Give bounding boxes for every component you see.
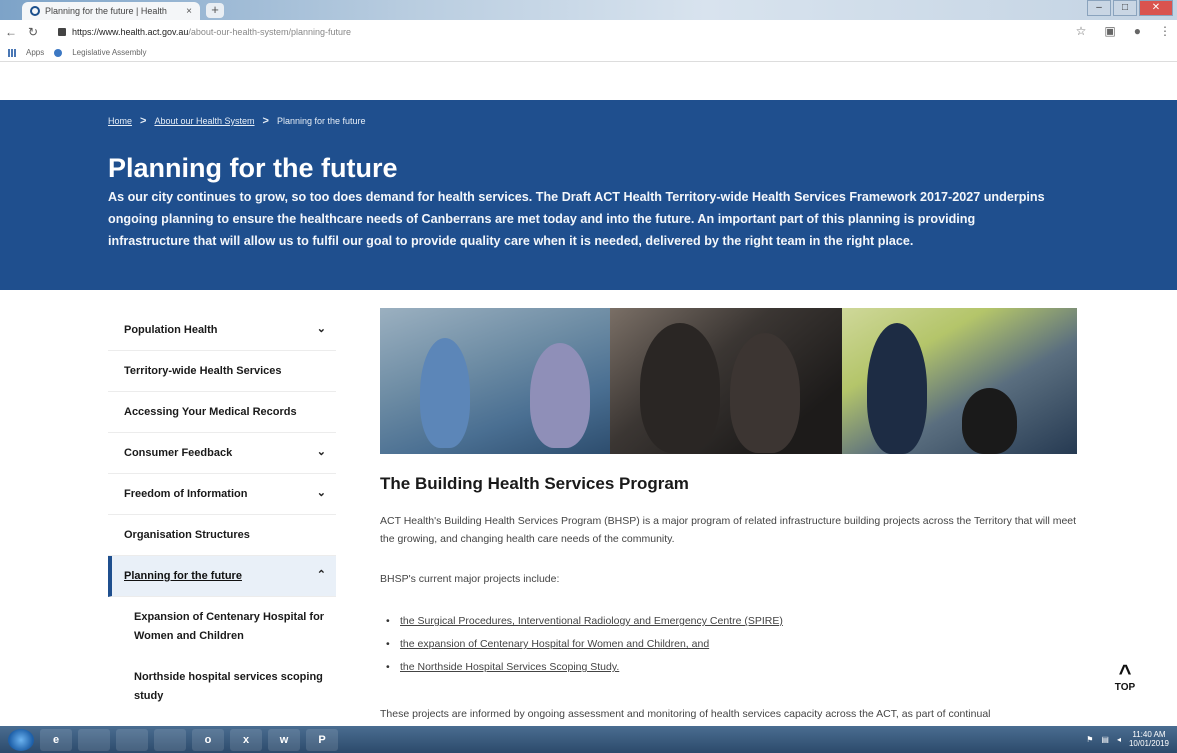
sidebar-item-label: Territory-wide Health Services	[124, 365, 282, 377]
sidebar-item-label: Freedom of Information	[124, 488, 248, 500]
project-link-spire[interactable]: the Surgical Procedures, Interventional …	[400, 615, 783, 627]
list-item: the expansion of Centenary Hospital for …	[380, 633, 1080, 656]
bookmark-legislative-assembly[interactable]: Legislative Assembly	[72, 48, 146, 57]
sidebar-item-population-health[interactable]: Population Health ⌄	[108, 310, 336, 351]
url-path: /about-our-health-system/planning-future	[188, 27, 351, 37]
chevron-up-icon: ^	[1118, 660, 1132, 685]
sidebar-nav: Population Health ⌄ Territory-wide Healt…	[108, 310, 336, 717]
sidebar-item-freedom-of-information[interactable]: Freedom of Information ⌄	[108, 474, 336, 515]
list-item: the Northside Hospital Services Scoping …	[380, 656, 1080, 679]
project-link-centenary[interactable]: the expansion of Centenary Hospital for …	[400, 638, 709, 650]
sidebar-item-label: Population Health	[124, 324, 218, 336]
url-domain: https://www.health.act.gov.au	[72, 27, 189, 37]
os-taskbar: e o x w P ⚑ ▤ ◂ 11:40 AM 10/01/2019	[0, 726, 1177, 753]
sidebar-item-label: Accessing Your Medical Records	[124, 406, 297, 418]
clock-date: 10/01/2019	[1128, 739, 1169, 748]
project-link-northside[interactable]: the Northside Hospital Services Scoping …	[400, 661, 619, 673]
sidebar-item-consumer-feedback[interactable]: Consumer Feedback ⌄	[108, 433, 336, 474]
sidebar-subitem-centenary-expansion[interactable]: Expansion of Centenary Hospital for Wome…	[108, 597, 336, 657]
chevron-down-icon[interactable]: ⌄	[317, 486, 326, 499]
sidebar-item-planning-future[interactable]: Planning for the future ⌃	[108, 556, 336, 597]
taskbar-media-icon[interactable]	[116, 728, 148, 751]
minimize-icon[interactable]: –	[1087, 0, 1111, 16]
breadcrumb-home-link[interactable]: Home	[108, 116, 132, 126]
chevron-up-icon[interactable]: ⌃	[317, 568, 326, 581]
lock-icon	[58, 28, 66, 36]
sidebar-item-medical-records[interactable]: Accessing Your Medical Records	[108, 392, 336, 433]
browser-toolbar: ← ↻ https://www.health.act.gov.au/about-…	[0, 20, 1177, 44]
sidebar-item-label: Organisation Structures	[124, 529, 250, 541]
family-photo	[610, 308, 842, 454]
taskbar-outlook-icon[interactable]: o	[192, 728, 224, 751]
nurse-and-child-photo	[842, 308, 1077, 454]
projects-lead: BHSP's current major projects include:	[380, 573, 560, 585]
sidebar-item-label: Consumer Feedback	[124, 447, 233, 459]
health-services-photo-collage	[380, 308, 1077, 454]
back-arrow-icon[interactable]: ←	[0, 25, 22, 39]
tray-clock[interactable]: 11:40 AM 10/01/2019	[1129, 730, 1169, 748]
reload-icon[interactable]: ↻	[22, 25, 44, 39]
main-content: The Building Health Services Program ACT…	[380, 474, 1080, 723]
bookmark-star-icon[interactable]: ☆	[1076, 24, 1087, 38]
system-tray: ⚑ ▤ ◂ 11:40 AM 10/01/2019	[1086, 730, 1169, 748]
chevron-down-icon[interactable]: ⌄	[317, 322, 326, 335]
sidebar-item-territory-wide[interactable]: Territory-wide Health Services	[108, 351, 336, 392]
site-favicon-icon	[30, 6, 40, 16]
bookmarks-bar: Apps Legislative Assembly	[0, 44, 1177, 62]
breadcrumb-about-link[interactable]: About our Health System	[154, 116, 254, 126]
section-closing-text: These projects are informed by ongoing a…	[380, 708, 991, 720]
tray-network-icon[interactable]: ▤	[1101, 735, 1109, 744]
window-close-icon[interactable]: ✕	[1139, 0, 1173, 16]
projects-list: the Surgical Procedures, Interventional …	[380, 610, 1080, 679]
page-title: Planning for the future	[108, 153, 398, 183]
page-intro: As our city continues to grow, so too do…	[108, 190, 1045, 248]
start-button-icon[interactable]	[8, 728, 34, 751]
taskbar-word-icon[interactable]: w	[268, 728, 300, 751]
bookmark-apps[interactable]: Apps	[26, 48, 44, 57]
breadcrumb: Home > About our Health System > Plannin…	[108, 115, 366, 127]
tray-flag-icon[interactable]: ⚑	[1086, 735, 1093, 744]
page-hero-banner: Home > About our Health System > Plannin…	[0, 100, 1177, 290]
section-heading: The Building Health Services Program	[380, 474, 689, 493]
browser-tab[interactable]: Planning for the future | Health ×	[22, 2, 200, 20]
chevron-down-icon[interactable]: ⌄	[317, 445, 326, 458]
sidebar-subitem-northside-scoping[interactable]: Northside hospital services scoping stud…	[108, 657, 336, 717]
sidebar-item-organisation-structures[interactable]: Organisation Structures	[108, 515, 336, 556]
new-tab-button[interactable]: +	[206, 3, 224, 18]
legislative-assembly-icon	[54, 48, 63, 57]
list-item: the Surgical Procedures, Interventional …	[380, 610, 1080, 633]
tab-title: Planning for the future | Health	[45, 6, 167, 16]
toolbar-actions: ☆ ▣ ● ⋮	[1076, 24, 1171, 38]
surgeons-photo	[380, 308, 610, 454]
breadcrumb-current: Planning for the future	[276, 116, 366, 126]
back-to-top-label: TOP	[1114, 682, 1136, 693]
profile-avatar-icon[interactable]: ●	[1134, 24, 1141, 38]
back-to-top-button[interactable]: ^ TOP	[1110, 660, 1140, 694]
address-bar[interactable]: https://www.health.act.gov.au/about-our-…	[72, 27, 351, 37]
apps-grid-icon[interactable]	[8, 48, 16, 57]
sidebar-item-label: Planning for the future	[124, 570, 242, 582]
taskbar-powerpoint-icon[interactable]: P	[306, 728, 338, 751]
clock-time: 11:40 AM	[1132, 730, 1166, 739]
taskbar-explorer-icon[interactable]	[78, 728, 110, 751]
breadcrumb-separator-icon: >	[262, 115, 269, 127]
taskbar-ie-icon[interactable]: e	[40, 728, 72, 751]
extension-icon[interactable]: ▣	[1104, 24, 1115, 38]
menu-dots-icon[interactable]: ⋮	[1159, 24, 1171, 38]
window-controls: – □ ✕	[1087, 0, 1173, 16]
taskbar-excel-icon[interactable]: x	[230, 728, 262, 751]
breadcrumb-separator-icon: >	[140, 115, 147, 127]
section-intro: ACT Health's Building Health Services Pr…	[380, 515, 1077, 545]
tray-volume-icon[interactable]: ◂	[1117, 735, 1121, 744]
maximize-icon[interactable]: □	[1113, 0, 1137, 16]
taskbar-chrome-icon[interactable]	[154, 728, 186, 751]
browser-tab-bar: Planning for the future | Health × + – □…	[0, 0, 1177, 20]
tab-close-icon[interactable]: ×	[186, 6, 192, 17]
